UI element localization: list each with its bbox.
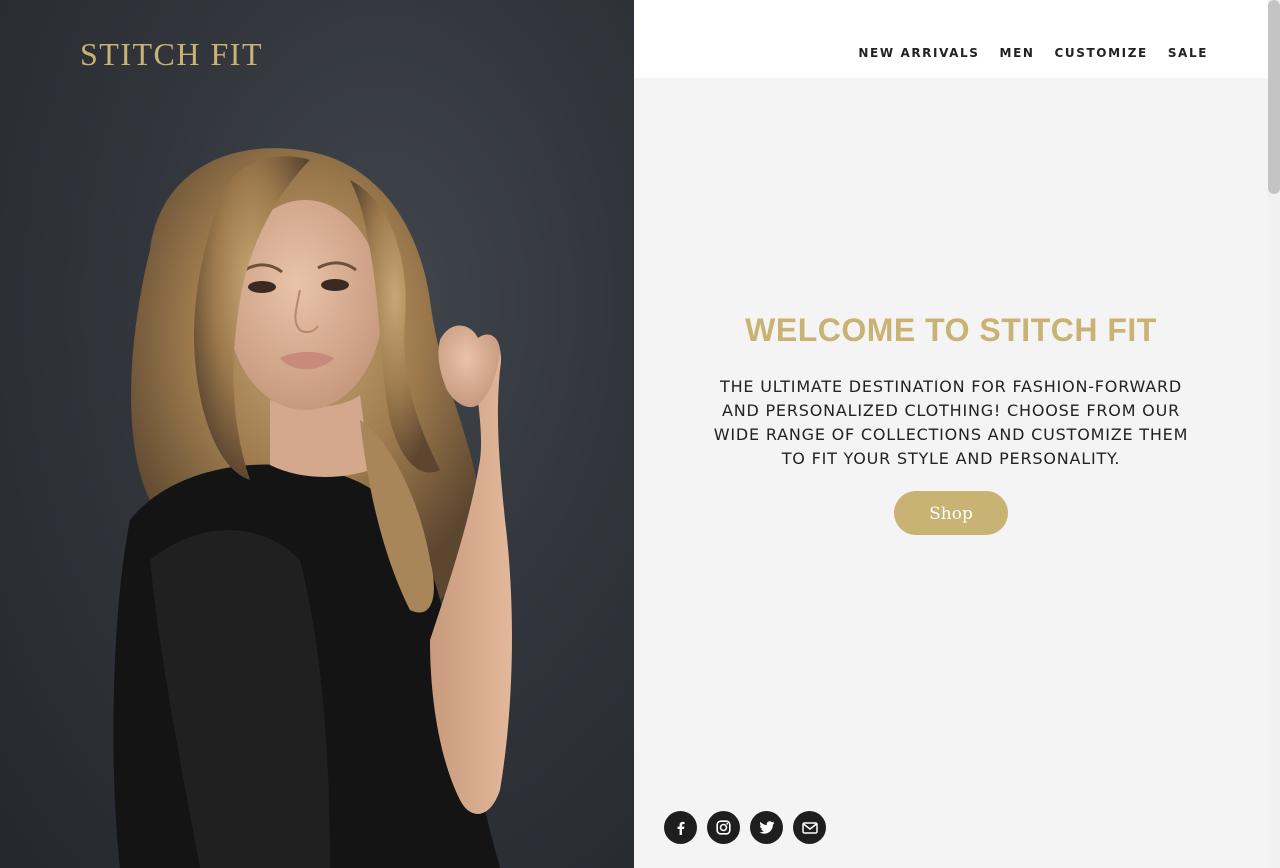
- page: STITCH FIT NEW ARRIVALS MEN CUSTOMIZE SA…: [0, 0, 1280, 868]
- content-panel: NEW ARRIVALS MEN CUSTOMIZE SALE WELCOME …: [634, 0, 1268, 868]
- nav-item-men[interactable]: MEN: [1000, 46, 1035, 60]
- facebook-icon[interactable]: [664, 811, 697, 844]
- email-icon[interactable]: [793, 811, 826, 844]
- welcome-heading: WELCOME TO STITCH FIT: [745, 312, 1157, 348]
- top-navigation-bar: NEW ARRIVALS MEN CUSTOMIZE SALE: [634, 0, 1268, 78]
- main-nav: NEW ARRIVALS MEN CUSTOMIZE SALE: [858, 46, 1208, 60]
- hero-image-panel: STITCH FIT: [0, 0, 634, 868]
- nav-item-new-arrivals[interactable]: NEW ARRIVALS: [858, 46, 979, 60]
- nav-item-customize[interactable]: CUSTOMIZE: [1055, 46, 1148, 60]
- instagram-icon[interactable]: [707, 811, 740, 844]
- page-scrollbar[interactable]: [1268, 0, 1280, 868]
- social-links: [664, 811, 826, 844]
- scrollbar-thumb[interactable]: [1268, 0, 1280, 194]
- welcome-section: WELCOME TO STITCH FIT THE ULTIMATE DESTI…: [634, 312, 1268, 535]
- shop-button[interactable]: Shop: [894, 491, 1008, 535]
- nav-item-sale[interactable]: SALE: [1168, 46, 1208, 60]
- twitter-icon[interactable]: [750, 811, 783, 844]
- brand-logo[interactable]: STITCH FIT: [80, 36, 263, 73]
- welcome-description: THE ULTIMATE DESTINATION FOR FASHION-FOR…: [713, 377, 1189, 468]
- model-portrait-image: [113, 148, 512, 868]
